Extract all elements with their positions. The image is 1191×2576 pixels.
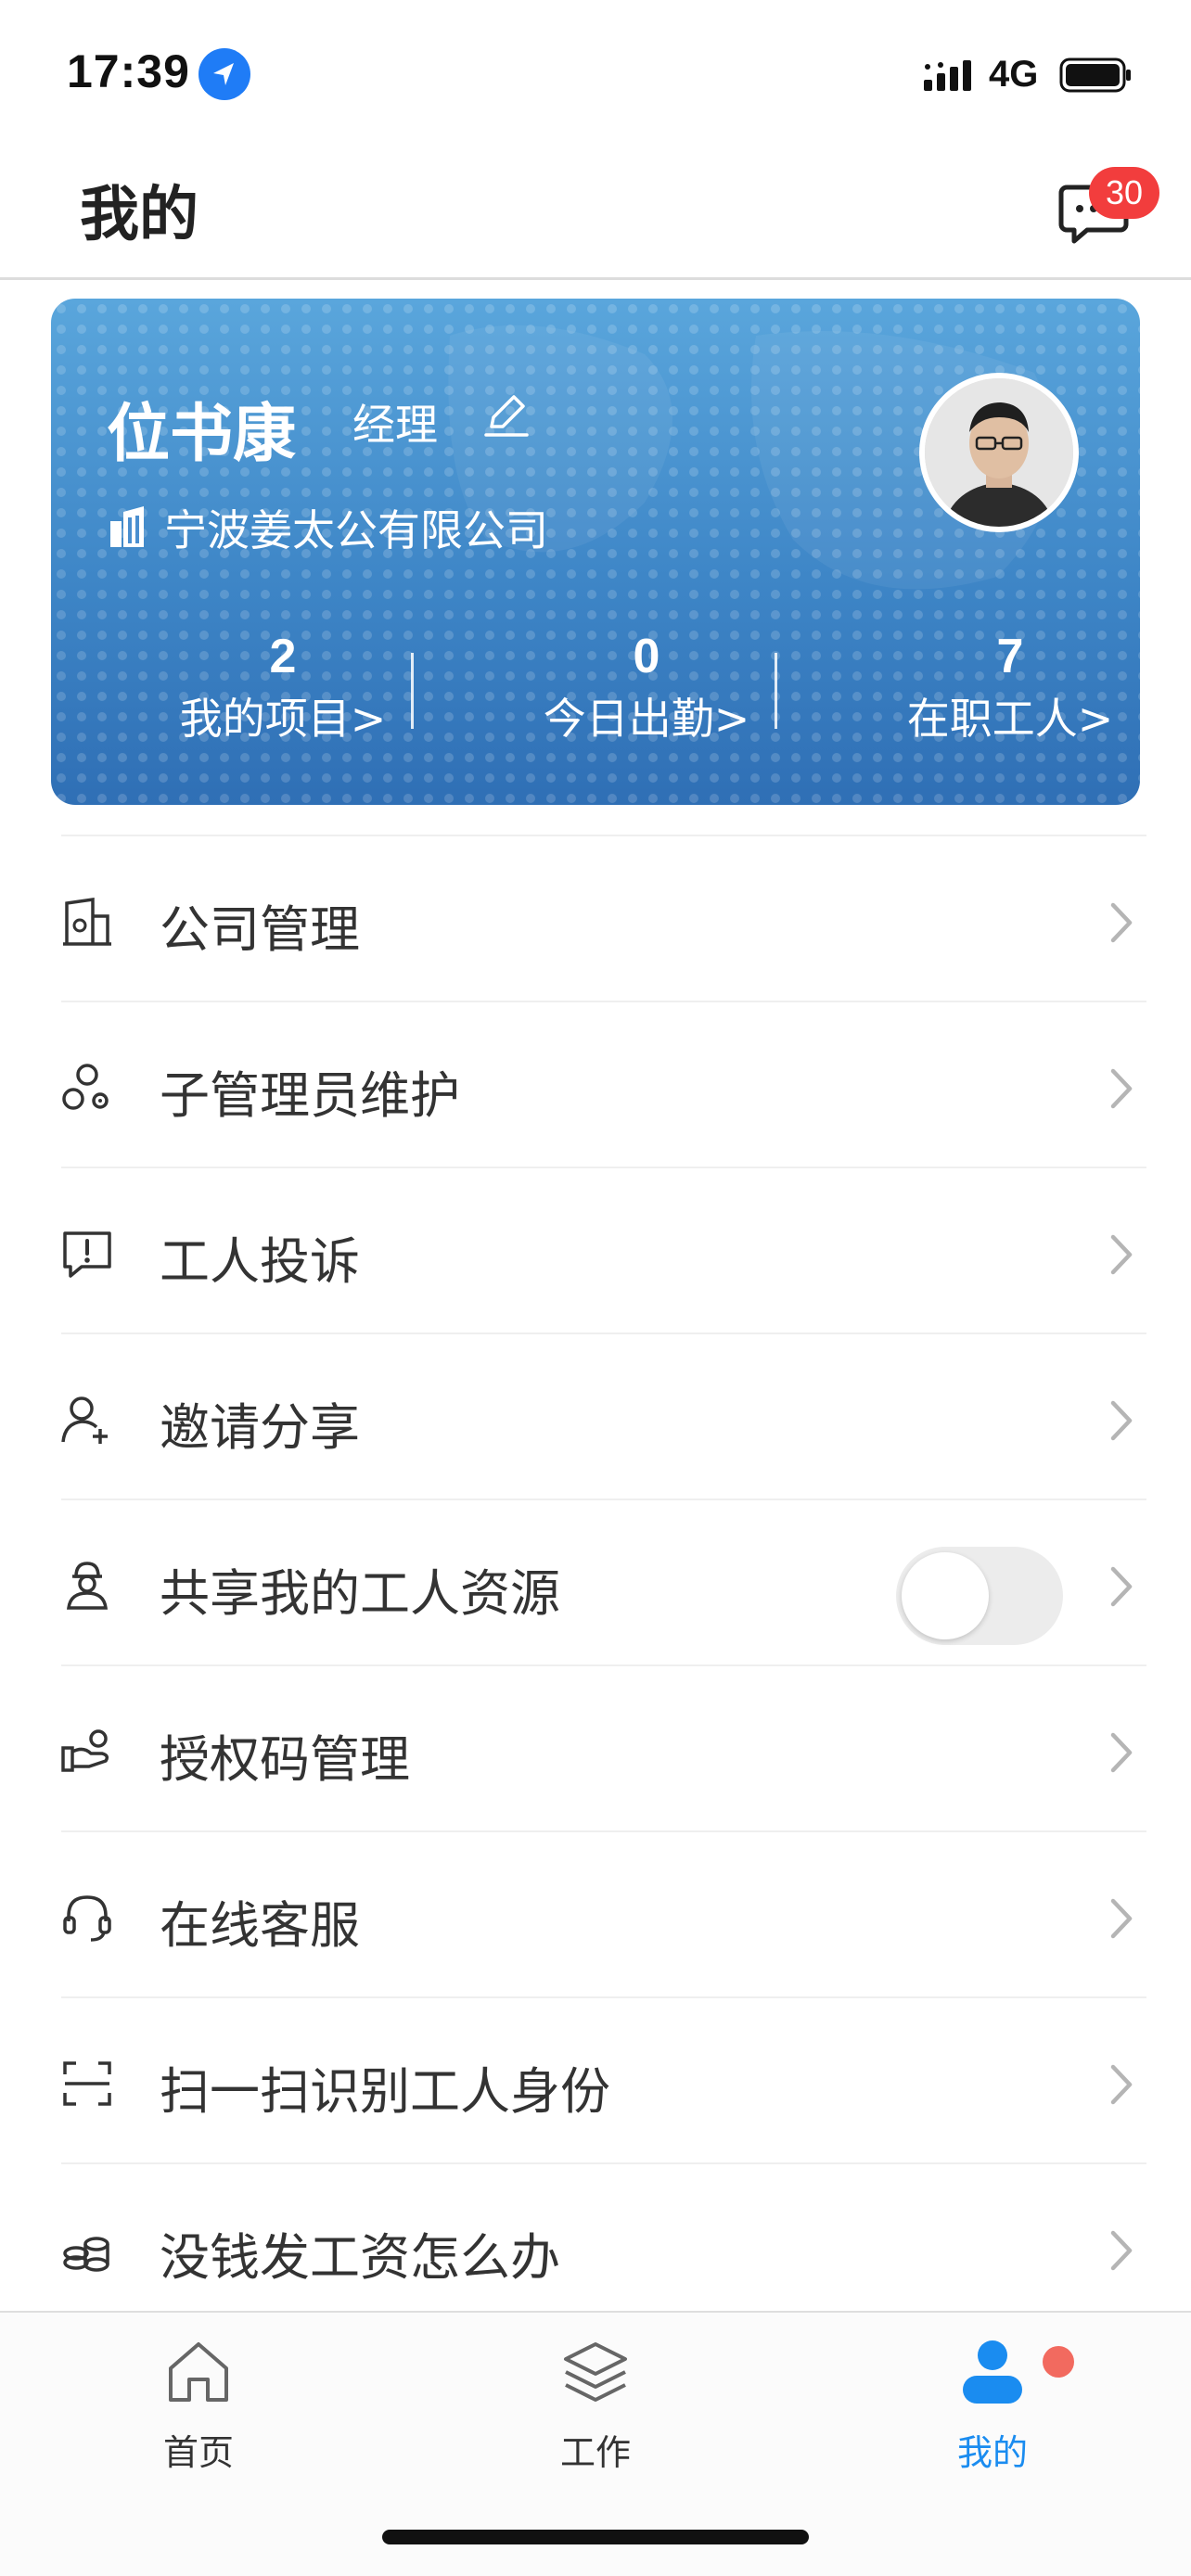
menu-item-label: 子管理员维护	[160, 1066, 460, 1125]
messages-button[interactable]: 30	[1057, 163, 1159, 265]
scan-icon	[63, 2061, 111, 2106]
menu-item-label: 在线客服	[160, 1896, 360, 1955]
menu-item-auth-code[interactable]: 授权码管理	[61, 1664, 1146, 1830]
stat-label: 今日出勤>	[543, 694, 750, 744]
page-header: 我的 30	[0, 139, 1191, 280]
avatar-photo-icon	[925, 378, 1073, 527]
menu-item-label: 扫一扫识别工人身份	[160, 2062, 610, 2121]
battery-icon	[1059, 57, 1131, 93]
menu-item-scan-identity[interactable]: 扫一扫识别工人身份	[61, 1996, 1146, 2162]
stat-divider	[775, 653, 777, 729]
message-count-badge: 30	[1089, 167, 1159, 219]
chevron-right-icon	[1110, 1566, 1133, 1607]
share-workers-toggle[interactable]	[896, 1547, 1063, 1645]
user-role: 经理	[352, 400, 438, 450]
profile-card: 位书康 经理 宁波姜太公有限公司 2 我的项目> 0 今日出勤> 7 在职工人>	[51, 299, 1140, 805]
location-arrow-icon	[198, 48, 250, 100]
menu-item-worker-complaints[interactable]: 工人投诉	[61, 1167, 1146, 1333]
tab-label: 首页	[162, 2432, 234, 2473]
status-bar: 17:39 4G	[0, 0, 1191, 139]
chevron-right-icon	[1110, 2230, 1133, 2271]
chevron-right-icon	[1110, 1732, 1133, 1773]
stat-divider	[411, 653, 414, 729]
avatar[interactable]	[919, 373, 1079, 532]
menu-item-label: 没钱发工资怎么办	[160, 2228, 560, 2287]
notification-dot	[1043, 2346, 1074, 2378]
chevron-right-icon	[1110, 1898, 1133, 1939]
menu-item-label: 共享我的工人资源	[160, 1564, 560, 1623]
home-icon	[169, 2342, 228, 2402]
page-title: 我的	[80, 181, 198, 249]
menu-item-label: 授权码管理	[160, 1730, 410, 1789]
signal-icon	[924, 60, 971, 91]
menu-item-sub-admin[interactable]: 子管理员维护	[61, 1001, 1146, 1167]
headset-icon	[63, 1895, 111, 1942]
menu-item-online-service[interactable]: 在线客服	[61, 1830, 1146, 1996]
stat-label: 在职工人>	[906, 694, 1114, 744]
stat-today-attendance[interactable]: 0 今日出勤>	[480, 627, 813, 751]
stat-value: 7	[996, 630, 1024, 683]
stat-label: 我的项目>	[179, 694, 387, 744]
user-name: 位书康	[107, 398, 297, 471]
complaint-icon	[63, 1231, 111, 1278]
chevron-right-icon	[1110, 2064, 1133, 2105]
edit-pencil-icon[interactable]	[482, 391, 531, 440]
menu-item-invite-share[interactable]: 邀请分享	[61, 1333, 1146, 1498]
toggle-knob	[902, 1552, 989, 1639]
profile-icon	[963, 2340, 1022, 2404]
tab-label: 我的	[956, 2432, 1028, 2473]
stat-value: 0	[633, 630, 660, 683]
status-time: 17:39	[67, 45, 190, 97]
coins-icon	[63, 2237, 109, 2272]
tab-work[interactable]: 工作	[503, 2331, 688, 2489]
invite-user-icon	[61, 1396, 108, 1444]
menu-item-label: 公司管理	[160, 900, 360, 959]
stat-value: 2	[269, 630, 297, 683]
chevron-right-icon	[1110, 1234, 1133, 1275]
chevron-right-icon	[1110, 1068, 1133, 1109]
menu-item-label: 工人投诉	[160, 1232, 360, 1291]
menu-item-company-management[interactable]: 公司管理	[61, 835, 1146, 1001]
sub-admin-icon	[62, 1064, 109, 1110]
stat-my-projects[interactable]: 2 我的项目>	[116, 627, 450, 751]
tab-mine[interactable]: 我的	[900, 2331, 1085, 2489]
auth-code-icon	[61, 1729, 109, 1772]
company-name: 宁波姜太公有限公司	[164, 505, 548, 555]
building-icon	[110, 506, 144, 547]
share-worker-icon	[67, 1562, 108, 1610]
tab-home[interactable]: 首页	[106, 2331, 291, 2489]
network-label: 4G	[989, 54, 1039, 95]
menu-item-salary-help[interactable]: 没钱发工资怎么办	[61, 2162, 1146, 2328]
stat-active-workers[interactable]: 7 在职工人>	[843, 627, 1140, 751]
company-building-icon	[63, 897, 111, 946]
home-indicator	[382, 2530, 809, 2544]
chevron-right-icon	[1110, 902, 1133, 943]
layers-icon	[564, 2342, 627, 2402]
tab-label: 工作	[559, 2432, 631, 2473]
menu-item-label: 邀请分享	[160, 1398, 360, 1457]
menu-item-share-workers[interactable]: 共享我的工人资源	[61, 1498, 1146, 1664]
chevron-right-icon	[1110, 1400, 1133, 1441]
